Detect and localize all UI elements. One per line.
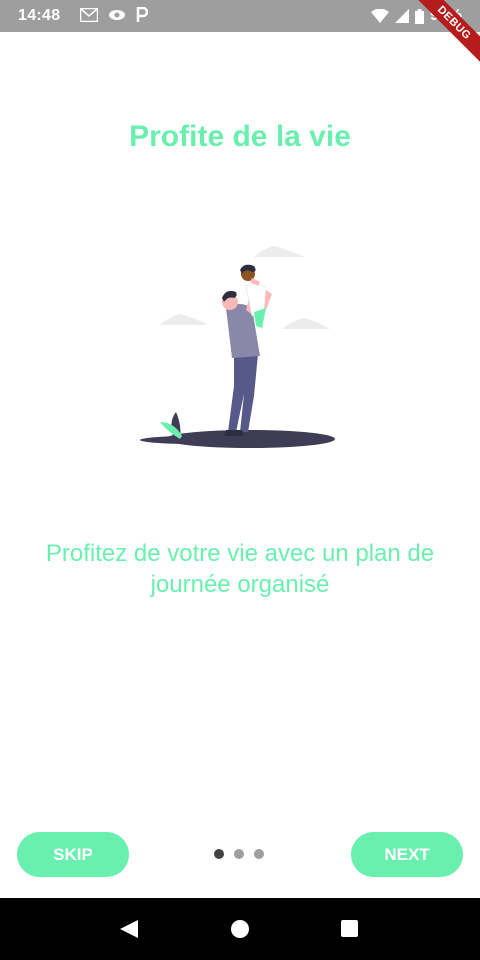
signal-icon — [394, 9, 409, 23]
cloud-top — [254, 246, 305, 257]
page-title: Profite de la vie — [129, 120, 351, 153]
wifi-icon — [370, 9, 389, 23]
father-legs — [228, 354, 258, 432]
system-nav-bar — [0, 898, 480, 960]
parking-icon — [136, 7, 148, 22]
page-description: Profitez de votre vie avec un plan de jo… — [45, 540, 435, 598]
battery-icon — [414, 8, 424, 24]
page-indicator — [214, 849, 264, 859]
cloud-right — [282, 318, 330, 329]
page-dot[interactable] — [234, 849, 244, 859]
home-icon[interactable] — [231, 920, 249, 938]
cloud-left — [160, 314, 208, 325]
status-time: 14:48 — [18, 7, 61, 24]
next-button[interactable]: NEXT — [351, 832, 463, 877]
notification-icons — [80, 7, 148, 23]
page-dot[interactable] — [214, 849, 224, 859]
gmail-icon — [80, 8, 98, 22]
recent-apps-icon[interactable] — [341, 920, 358, 937]
app-icon — [109, 10, 125, 20]
page-dot[interactable] — [254, 849, 264, 859]
illustration-father-child — [140, 246, 335, 448]
skip-button[interactable]: SKIP — [17, 832, 129, 877]
status-bar: 14:48 99% DEBUG — [0, 0, 480, 72]
back-icon[interactable] — [119, 919, 139, 939]
